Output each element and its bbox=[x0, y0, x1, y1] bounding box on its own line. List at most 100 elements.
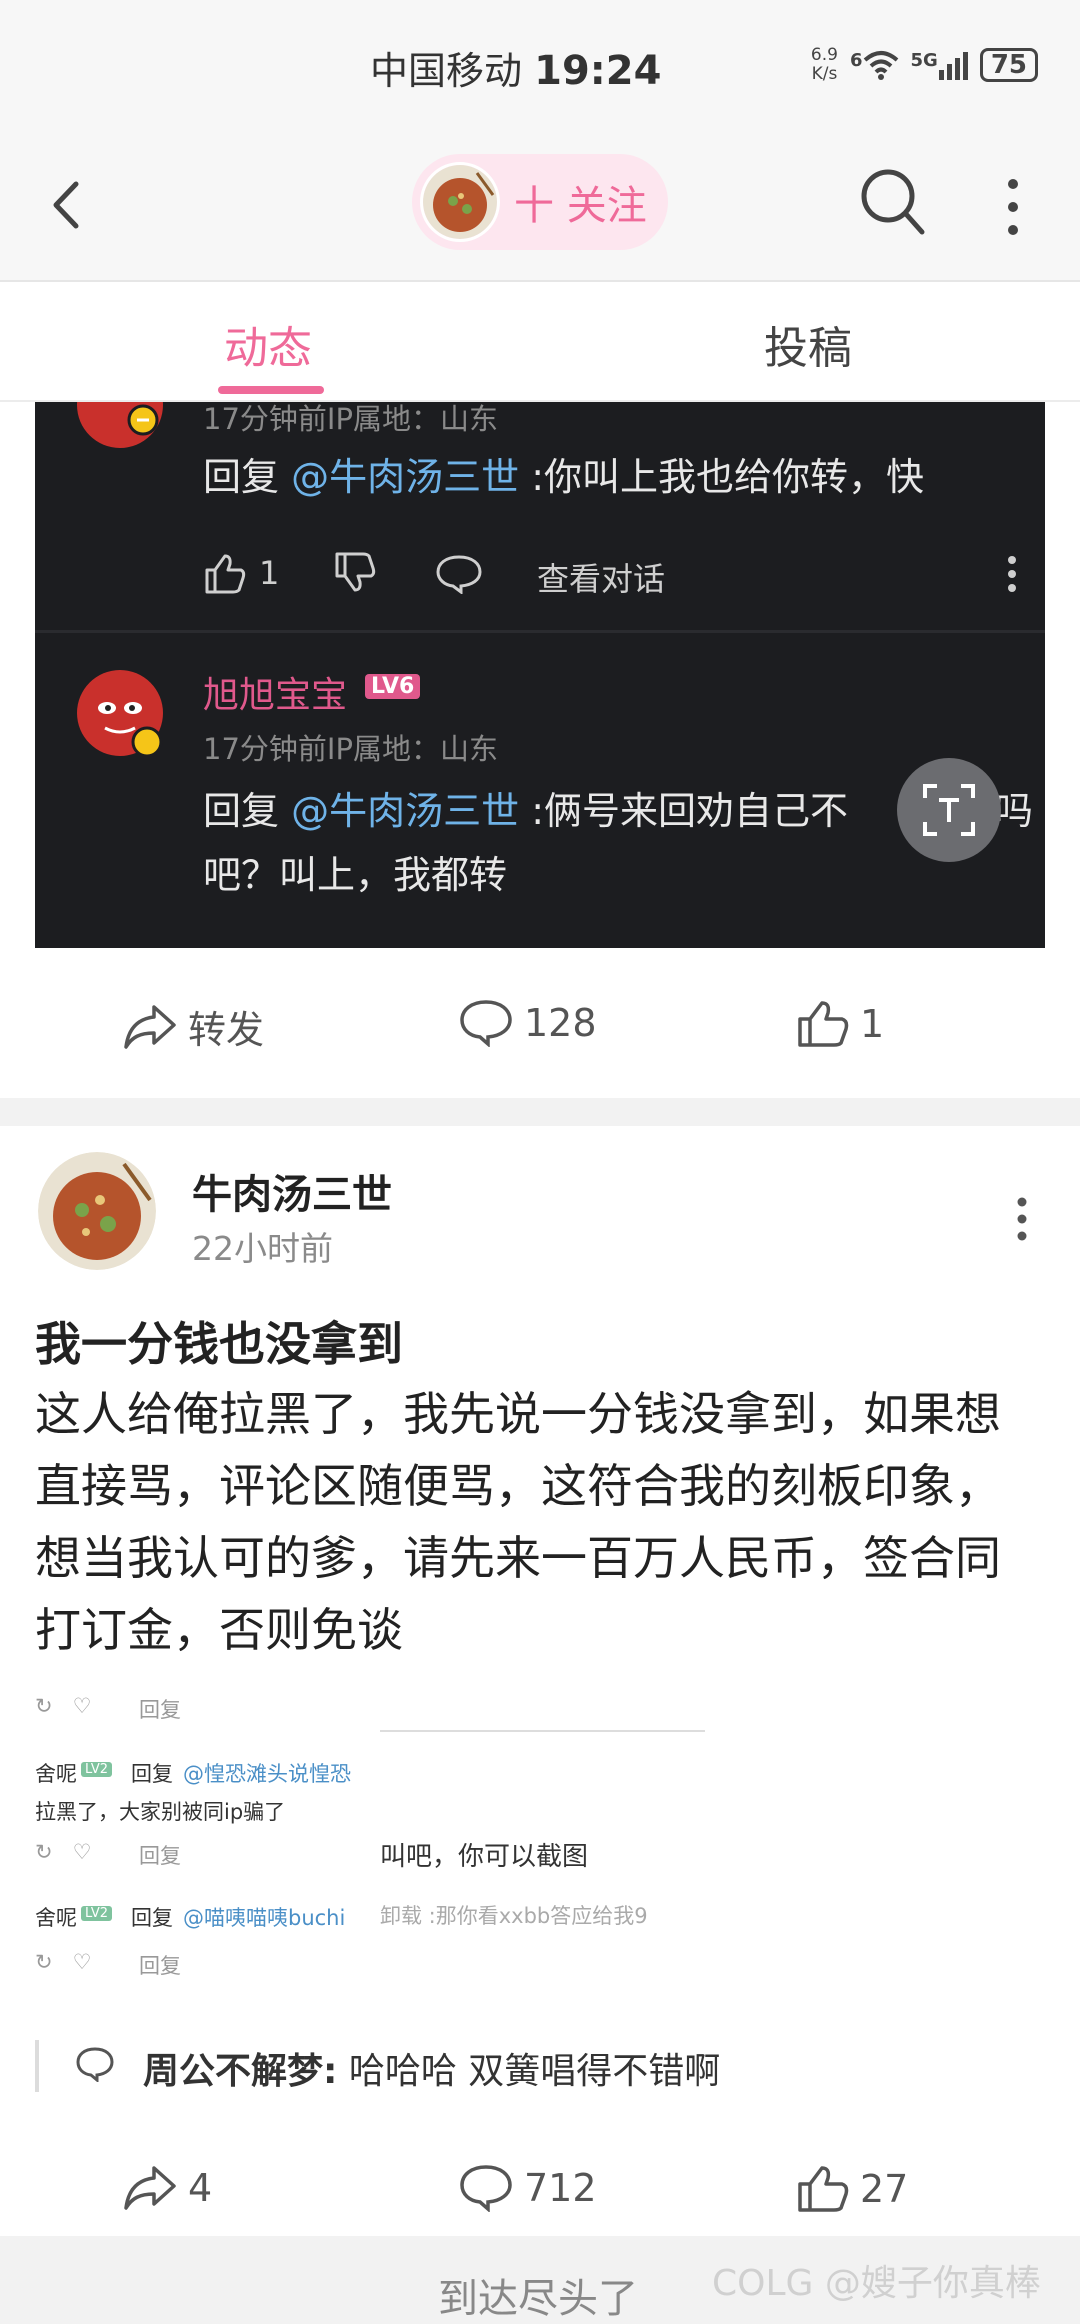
collage-text: 卸载 :那你看xxbb答应给我9 bbox=[380, 1904, 648, 1928]
status-icons: 6.9 K/s 6 5G 75 bbox=[811, 42, 1038, 88]
collage-like-icon: ↻ ♡ bbox=[35, 1950, 92, 1974]
reply-prefix: 回复 bbox=[203, 789, 292, 833]
level-badge: LV2 bbox=[81, 1906, 112, 1921]
comment-more-icon[interactable] bbox=[1005, 554, 1019, 594]
level-badge: LV6 bbox=[365, 674, 421, 699]
thumb-up-icon bbox=[205, 554, 246, 594]
search-icon[interactable] bbox=[858, 166, 926, 238]
like-count: 1 bbox=[860, 1002, 885, 1046]
status-center: 中国移动 19:24 bbox=[370, 40, 661, 95]
reply-body-line2: 吧？叫上，我都转 bbox=[203, 853, 508, 897]
comment-button[interactable]: 128 bbox=[458, 999, 597, 1047]
featured-comment[interactable]: 周公不解梦: 哈哈哈 双簧唱得不错啊 bbox=[35, 2040, 1045, 2092]
post-body: 这人给俺拉黑了，我先说一分钱没拿到，如果想直接骂，评论区随便骂，这符合我的刻板印… bbox=[35, 1387, 1001, 1657]
follow-button[interactable]: 十 关注 bbox=[412, 154, 668, 250]
like-count: 27 bbox=[860, 2167, 909, 2211]
divider bbox=[35, 630, 1045, 633]
commenter-name[interactable]: 旭旭宝宝 bbox=[203, 666, 347, 718]
post-actions: 4 712 27 bbox=[0, 2140, 1080, 2240]
carrier-label: 中国移动 bbox=[370, 49, 523, 93]
featured-comment-text: 周公不解梦: 哈哈哈 双簧唱得不错啊 bbox=[143, 2042, 720, 2094]
text-recognition-button[interactable] bbox=[897, 758, 1001, 862]
comment-text: 回复 @牛肉汤三世 :俩号来回劝自己不 bbox=[203, 780, 848, 835]
author-avatar[interactable] bbox=[38, 1152, 156, 1270]
active-tab-indicator bbox=[218, 386, 324, 394]
text-scan-icon bbox=[923, 784, 975, 836]
collage-like-icon: ↻ ♡ bbox=[35, 1694, 92, 1718]
share-arrow-icon bbox=[124, 1004, 176, 1049]
commenter-avatar bbox=[77, 402, 163, 448]
commenter-avatar bbox=[77, 670, 163, 756]
thumb-up-icon bbox=[798, 2166, 849, 2212]
net-speed: 6.9 K/s bbox=[811, 46, 838, 84]
featured-comment-author[interactable]: 周公不解梦: bbox=[143, 2051, 337, 2092]
mention-link[interactable]: @牛肉汤三世 bbox=[291, 789, 519, 833]
comment-count: 128 bbox=[524, 1001, 597, 1045]
post-title: 我一分钱也没拿到 bbox=[35, 1317, 403, 1371]
follow-label: 十 关注 bbox=[514, 183, 647, 229]
collage-mention: @惶恐滩头说惶恐 bbox=[183, 1762, 351, 1786]
collage-reply: 回复 bbox=[139, 1844, 181, 1868]
post-image-collage[interactable]: ↻ ♡ 回复 舍呢 LV2 回复 @惶恐滩头说惶恐 拉黑了，大家别被同ip骗了 … bbox=[35, 1680, 715, 1980]
post-actions: 转发 128 1 bbox=[0, 975, 1080, 1075]
post-image-screenshot[interactable]: 17分钟前IP属地：山东 回复 @牛肉汤三世 :你叫上我也给你转，快 1 查看对… bbox=[35, 402, 1045, 948]
collage-reply-label: 回复 bbox=[131, 1762, 173, 1786]
reply-prefix: 回复 bbox=[203, 455, 292, 499]
battery-icon: 75 bbox=[979, 48, 1038, 82]
share-button[interactable]: 4 bbox=[122, 2164, 212, 2212]
collage-reply: 回复 bbox=[139, 1698, 181, 1722]
comment-like[interactable]: 1 bbox=[203, 552, 279, 594]
tab-dynamic[interactable]: 动态 bbox=[224, 312, 312, 376]
tab-bar: 动态 投稿 bbox=[0, 282, 1080, 402]
post-separator bbox=[0, 1098, 1080, 1126]
comment-button[interactable]: 712 bbox=[458, 2164, 597, 2212]
status-bar: 中国移动 19:24 6.9 K/s 6 5G 75 bbox=[0, 0, 1080, 130]
comment-meta: 17分钟前IP属地：山东 bbox=[203, 732, 498, 766]
reply-body: :俩号来回劝自己不 bbox=[519, 789, 848, 833]
collage-mention: @喵咦喵咦buchi bbox=[183, 1906, 346, 1930]
collage-reply: 回复 bbox=[139, 1954, 181, 1978]
cell-signal-icon: 5G bbox=[911, 50, 968, 80]
featured-comment-body: 哈哈哈 双簧唱得不错啊 bbox=[337, 2051, 721, 2092]
comment-bubble-icon bbox=[76, 2047, 114, 2082]
comment-bubble-icon bbox=[460, 2165, 512, 2212]
collage-like-icon: ↻ ♡ bbox=[35, 1840, 92, 1864]
like-button[interactable]: 1 bbox=[796, 999, 884, 1049]
end-of-feed-text: 到达尽头了 bbox=[438, 2276, 638, 2322]
comment-meta: 17分钟前IP属地：山东 bbox=[203, 402, 498, 436]
net-speed-value: 6.9 bbox=[810, 45, 838, 65]
thumb-down-icon[interactable] bbox=[333, 552, 377, 594]
share-button[interactable]: 转发 bbox=[122, 999, 264, 1054]
like-count: 1 bbox=[259, 554, 280, 592]
back-arrow-icon[interactable] bbox=[42, 170, 92, 240]
collage-text: 叫吧，你可以截图 bbox=[380, 1842, 589, 1872]
post-time: 22小时前 bbox=[192, 1229, 333, 1268]
thumb-up-icon bbox=[798, 1001, 849, 1047]
collage-text: 拉黑了，大家别被同ip骗了 bbox=[35, 1800, 286, 1824]
view-dialog-link[interactable]: 查看对话 bbox=[537, 554, 665, 600]
avatar[interactable] bbox=[420, 162, 500, 242]
comment-bubble-icon bbox=[460, 1000, 512, 1047]
tab-submissions[interactable]: 投稿 bbox=[764, 312, 852, 376]
more-options-icon[interactable] bbox=[994, 172, 1032, 242]
clock: 19:24 bbox=[534, 48, 662, 94]
divider bbox=[380, 1730, 705, 1732]
wifi-sub-label: 6 bbox=[849, 50, 863, 71]
like-button[interactable]: 27 bbox=[796, 2164, 908, 2214]
comment-text: 回复 @牛肉汤三世 :你叫上我也给你转，快 bbox=[203, 446, 924, 501]
mention-link[interactable]: @牛肉汤三世 bbox=[291, 455, 519, 499]
collage-user: 舍呢 bbox=[35, 1762, 77, 1786]
share-count: 4 bbox=[188, 2166, 213, 2210]
post-more-icon[interactable] bbox=[1010, 1196, 1034, 1242]
author-name[interactable]: 牛肉汤三世 bbox=[192, 1162, 392, 1220]
top-nav: 十 关注 bbox=[0, 130, 1080, 282]
cell-label: 5G bbox=[910, 50, 938, 71]
comment-count: 712 bbox=[524, 2166, 597, 2210]
collage-user: 舍呢 bbox=[35, 1906, 77, 1930]
net-speed-unit: K/s bbox=[811, 64, 838, 84]
level-badge: LV2 bbox=[81, 1762, 112, 1777]
reply-body: :你叫上我也给你转，快 bbox=[519, 455, 924, 499]
share-label: 转发 bbox=[188, 1008, 265, 1052]
wifi-icon: 6 bbox=[850, 50, 899, 80]
comment-bubble-icon[interactable] bbox=[435, 554, 483, 594]
